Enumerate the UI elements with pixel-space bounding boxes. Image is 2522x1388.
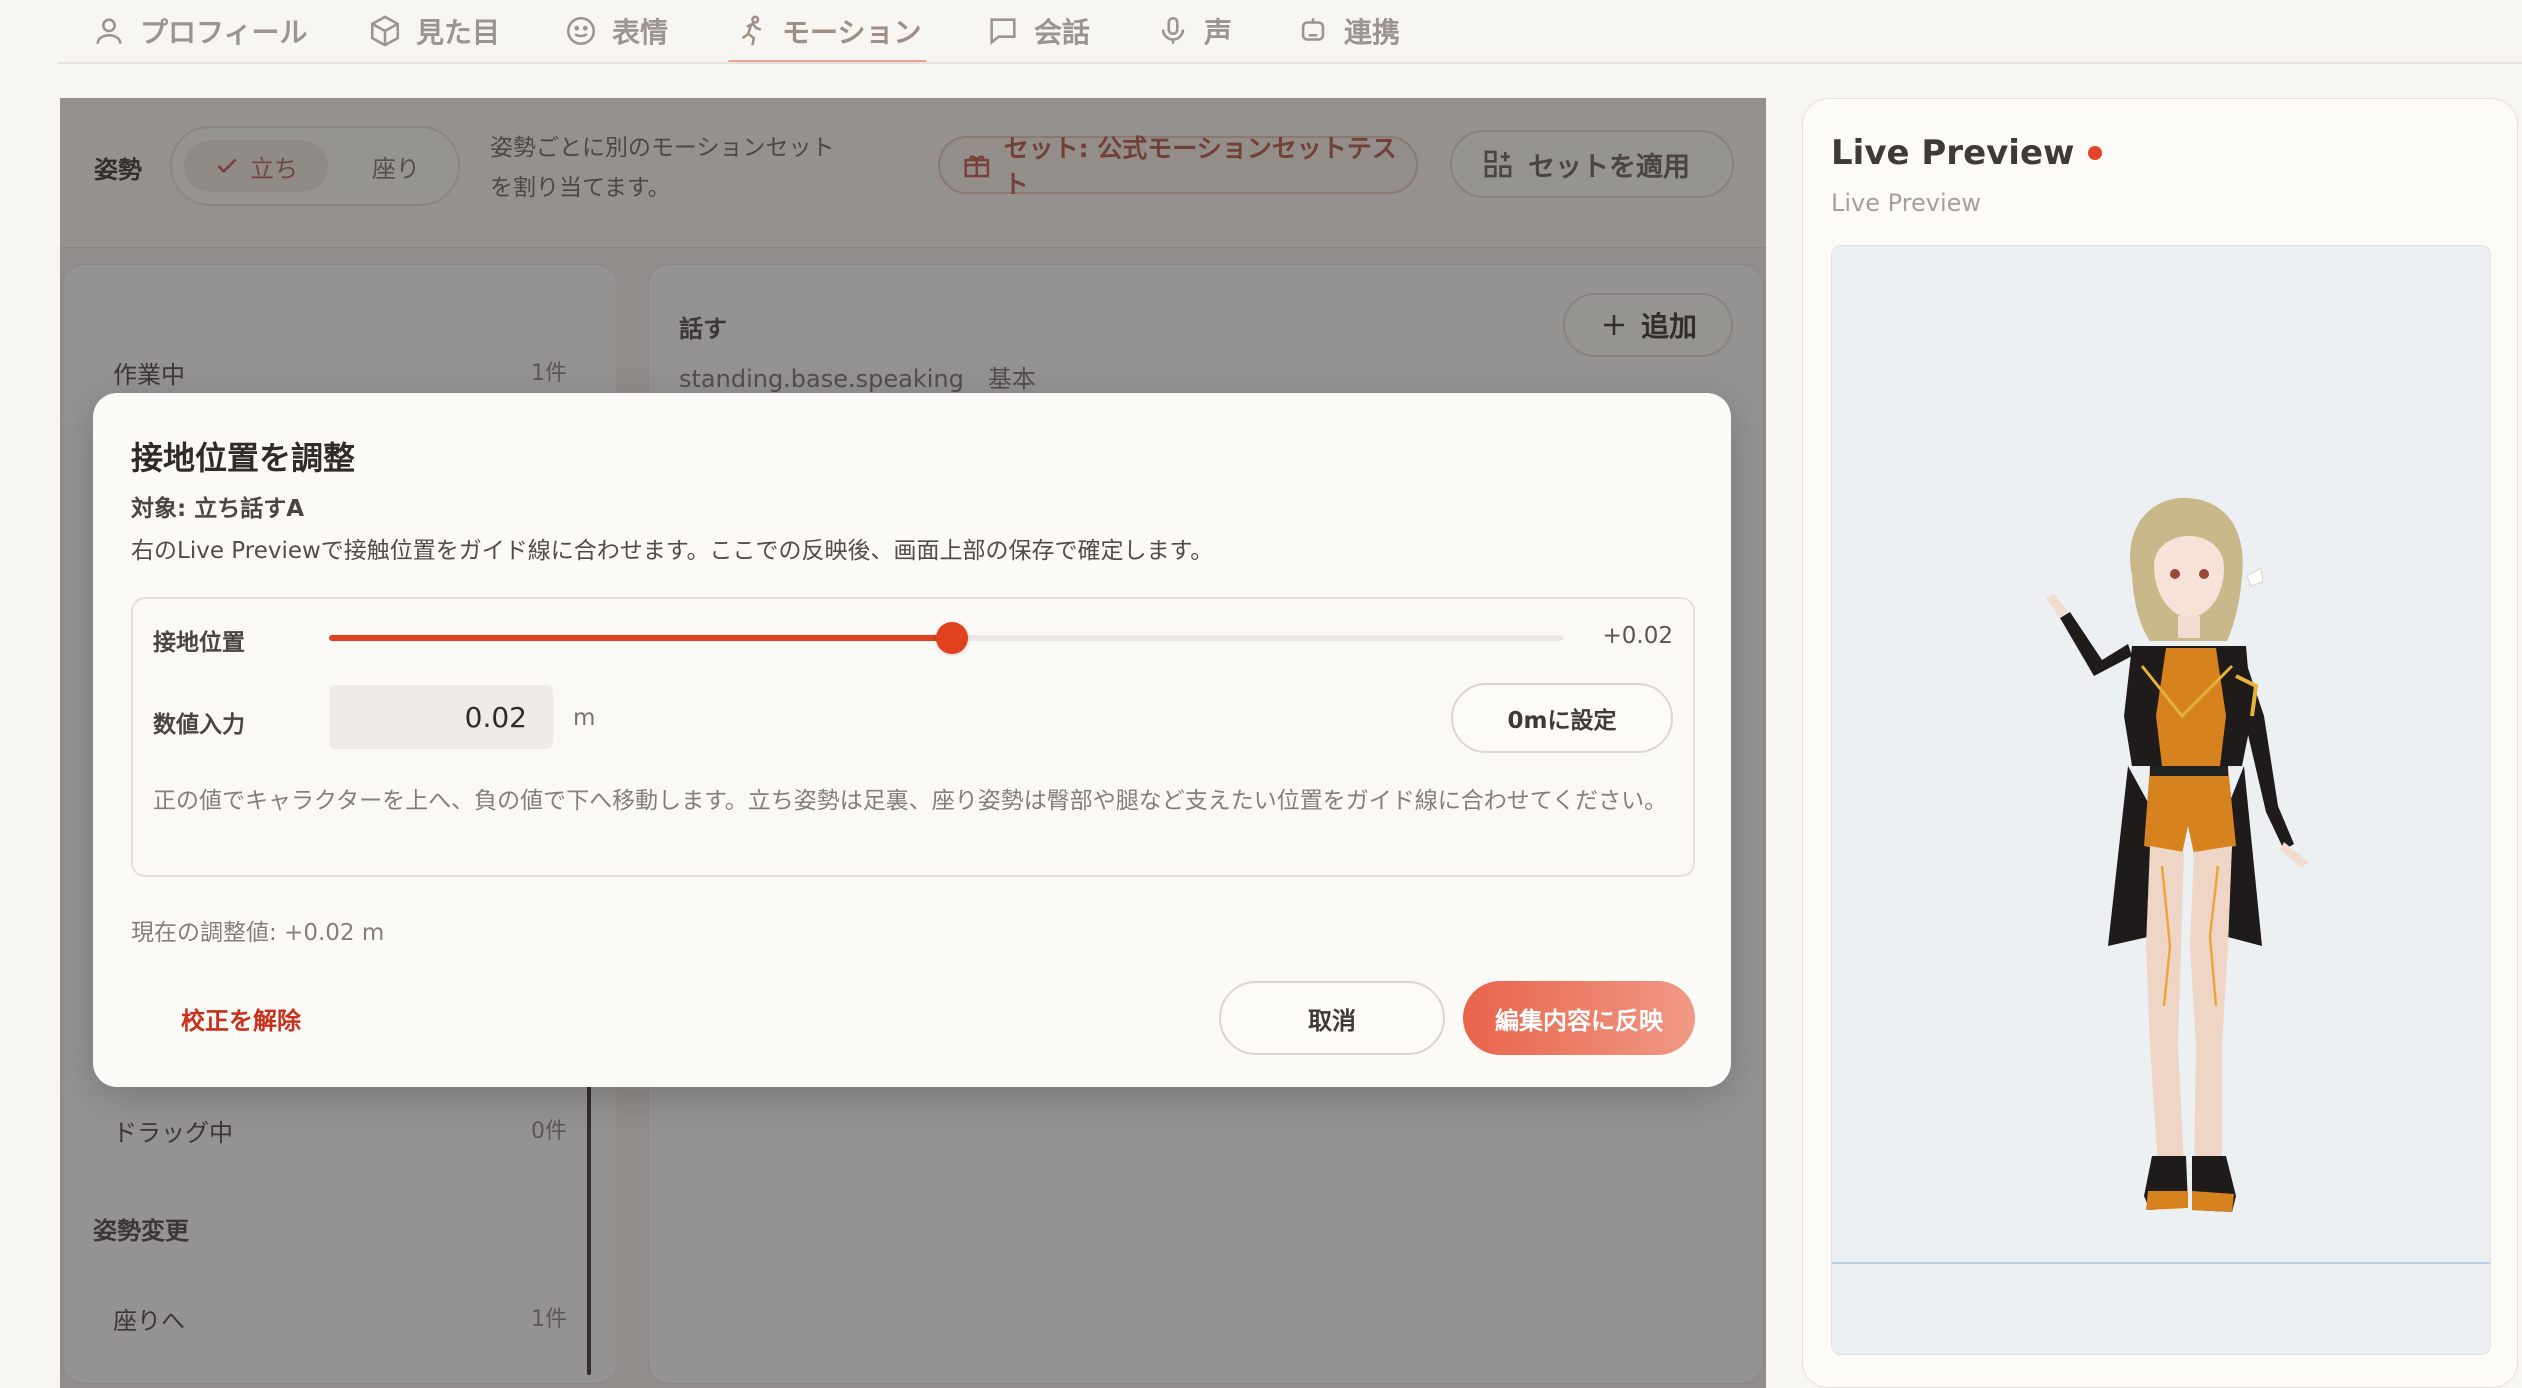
character-model — [2046, 497, 2308, 1212]
section-heading: 姿勢変更 — [93, 1217, 189, 1245]
posture-toggle: 立ち 座り — [170, 126, 460, 206]
set-zero-button[interactable]: 0mに設定 — [1451, 683, 1673, 753]
live-status-dot — [2088, 146, 2103, 160]
posture-bar: 姿勢 立ち 座り 姿勢ごとに別のモーションセットを割り当てます。 セット: 公式… — [60, 98, 1766, 248]
motion-set-badge[interactable]: セット: 公式モーションセットテスト — [938, 134, 1418, 199]
motion-set-label: セット: 公式モーションセットテスト — [1003, 134, 1397, 199]
current-adjust-value: 現在の調整値: +0.02 m — [131, 920, 385, 946]
list-item-label: ドラッグ中 — [113, 1119, 233, 1147]
tab-motion[interactable]: モーション — [727, 0, 928, 64]
live-preview-card: Live Preview Live Preview — [1802, 98, 2518, 1388]
top-nav: プロフィール 見た目 表情 モーション 会話 声 連携 — [0, 0, 2522, 64]
apply-set-label: セットを適用 — [1528, 151, 1690, 183]
ground-slider-label: 接地位置 — [153, 630, 245, 656]
dialog-title: 接地位置を調整 — [131, 439, 356, 477]
reset-calibration-button[interactable]: 校正を解除 — [181, 1001, 301, 1036]
adjust-controls: 接地位置 +0.02 数値入力 m 0mに設定 正の値でキャラクターを上へ、負の… — [131, 597, 1695, 877]
cancel-button[interactable]: 取消 — [1219, 981, 1445, 1055]
ground-slider[interactable] — [329, 622, 1563, 654]
numeric-input[interactable] — [329, 685, 553, 749]
list-item-count: 1件 — [531, 1307, 567, 1332]
posture-option-standing[interactable]: 立ち — [184, 140, 328, 192]
apply-set-button[interactable]: セットを適用 — [1450, 130, 1734, 198]
running-icon — [741, 15, 762, 46]
live-preview-subtitle: Live Preview — [1831, 189, 1982, 217]
list-item[interactable]: ドラッグ中 0件 — [113, 1113, 567, 1148]
list-item-count: 0件 — [531, 1119, 567, 1144]
tab-integration-label: 連携 — [1344, 16, 1401, 49]
plus-icon — [1603, 315, 1624, 335]
tab-expression[interactable]: 表情 — [564, 0, 668, 62]
list-item-count: 1件 — [531, 361, 567, 386]
list-item[interactable]: 座りへ 1件 — [113, 1301, 567, 1336]
tab-integration[interactable]: 連携 — [1296, 0, 1400, 62]
ground-adjust-dialog: 接地位置を調整 対象: 立ち話すA 右のLive Previewで接触位置をガイ… — [93, 393, 1731, 1087]
check-icon — [217, 158, 237, 174]
list-scrollbar[interactable] — [587, 1055, 591, 1375]
live-preview-title-text: Live Preview — [1831, 133, 2075, 173]
tab-profile[interactable]: プロフィール — [92, 0, 307, 62]
list-item[interactable]: 作業中 1件 — [113, 355, 567, 390]
posture-option-sitting[interactable]: 座り — [342, 140, 450, 192]
smile-icon — [566, 16, 596, 46]
tab-appearance[interactable]: 見た目 — [368, 0, 500, 62]
posture-option-standing-label: 立ち — [250, 154, 298, 183]
mic-icon — [1161, 16, 1185, 44]
dialog-target: 対象: 立ち話すA — [131, 496, 305, 522]
list-item-label: 作業中 — [113, 361, 185, 389]
dialog-description: 右のLive Previewで接触位置をガイド線に合わせます。ここでの反映後、画… — [131, 538, 1214, 564]
add-motion-label: 追加 — [1640, 310, 1697, 343]
tab-motion-label: モーション — [782, 16, 922, 49]
tab-conversation-label: 会話 — [1034, 16, 1091, 49]
preview-viewport[interactable] — [1831, 245, 2491, 1355]
slider-value: +0.02 — [1602, 623, 1673, 649]
tab-conversation[interactable]: 会話 — [986, 0, 1090, 62]
numeric-input-label: 数値入力 — [153, 712, 245, 738]
posture-option-sitting-label: 座り — [372, 154, 420, 183]
gift-icon — [964, 155, 990, 178]
cube-icon — [370, 15, 400, 47]
ground-guide-line — [1832, 1262, 2490, 1264]
nav-divider — [58, 62, 2522, 64]
tab-appearance-label: 見た目 — [416, 16, 501, 49]
grid-plus-icon — [1484, 150, 1512, 178]
slider-thumb[interactable] — [936, 622, 969, 654]
add-motion-button[interactable]: 追加 — [1563, 293, 1733, 357]
user-icon — [96, 18, 122, 44]
robot-icon — [1301, 18, 1325, 41]
motion-key: standing.base.speaking 基本 — [679, 365, 1036, 393]
posture-label: 姿勢 — [94, 156, 142, 184]
tab-expression-label: 表情 — [612, 16, 669, 49]
tab-profile-label: プロフィール — [140, 16, 308, 49]
posture-description: 姿勢ごとに別のモーションセットを割り当てます。 — [490, 135, 835, 201]
live-preview-title: Live Preview — [1831, 133, 2103, 173]
apply-edit-button[interactable]: 編集内容に反映 — [1463, 981, 1695, 1055]
unit-label: m — [573, 705, 596, 731]
slider-fill — [329, 635, 953, 641]
tab-voice[interactable]: 声 — [1156, 0, 1232, 62]
tab-voice-label: 声 — [1204, 16, 1233, 49]
chat-icon — [990, 18, 1016, 45]
list-item-label: 座りへ — [113, 1307, 185, 1335]
motion-title: 話す — [679, 315, 727, 343]
adjust-hint: 正の値でキャラクターを上へ、負の値で下へ移動します。立ち姿勢は足裏、座り姿勢は臀… — [153, 788, 1668, 814]
